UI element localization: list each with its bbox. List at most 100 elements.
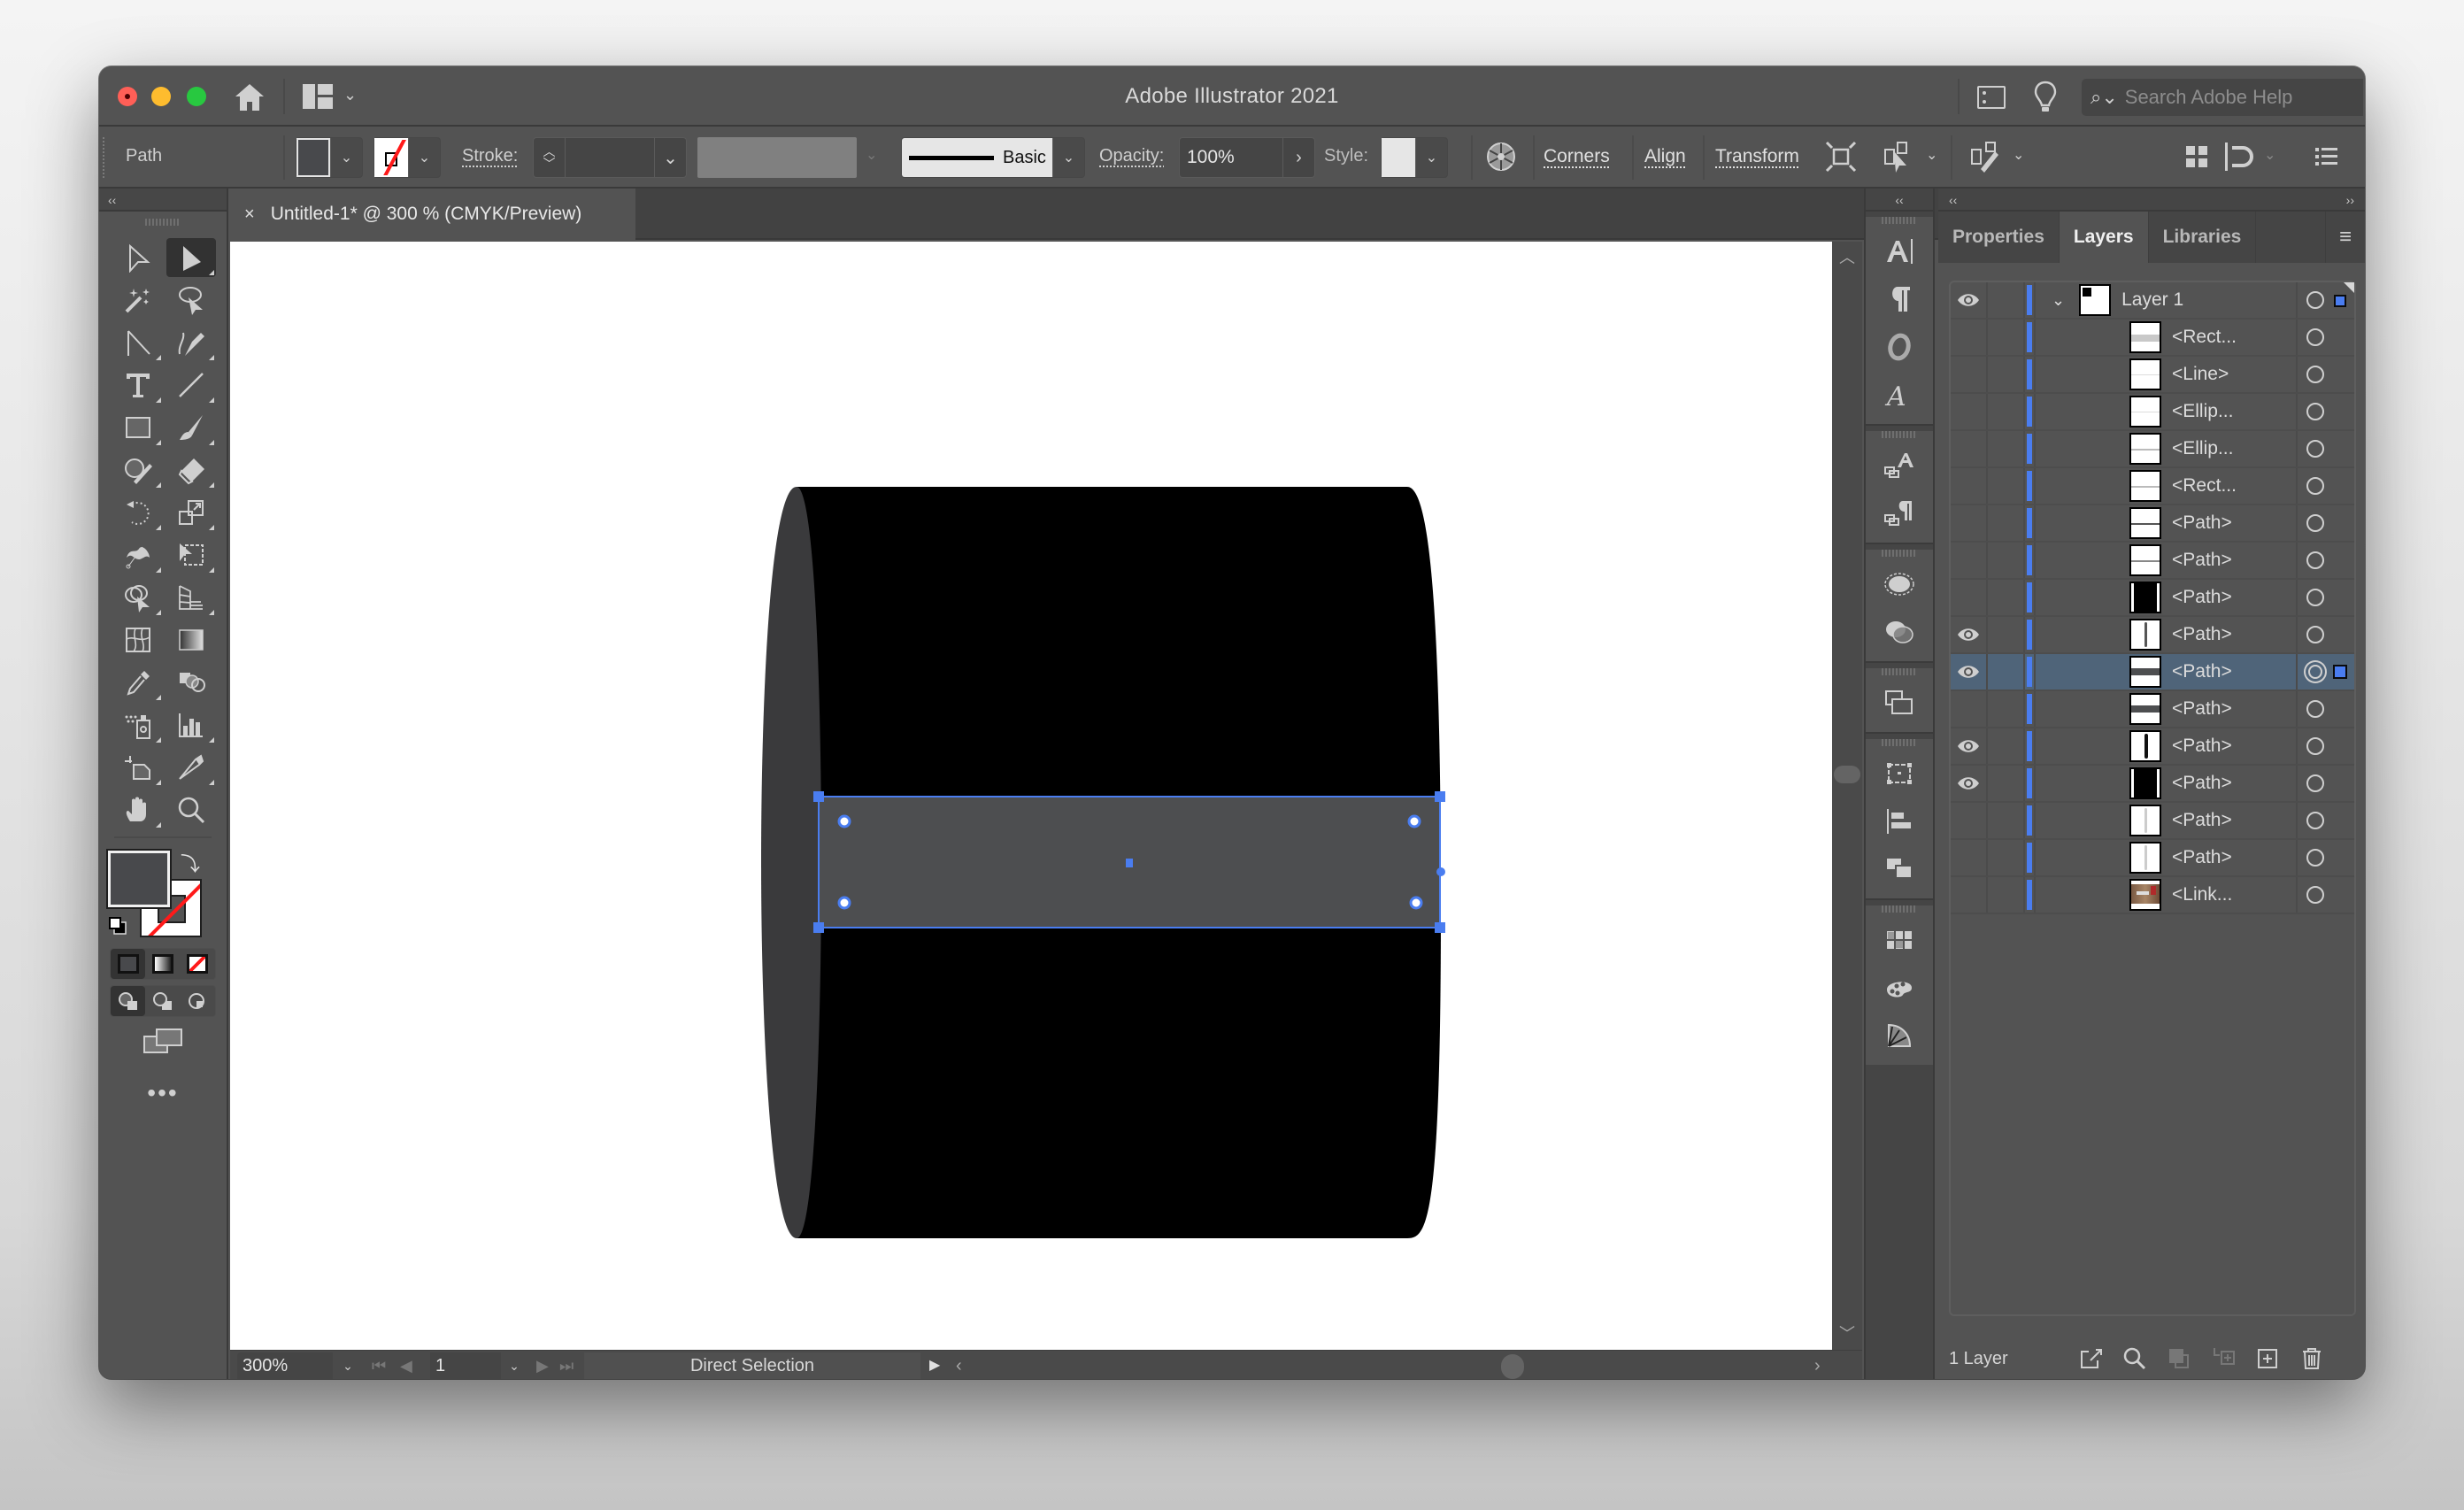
lock-toggle[interactable] [1988, 580, 2025, 615]
lock-toggle[interactable] [1988, 766, 2025, 801]
item-name[interactable]: <Path> [2172, 847, 2232, 868]
layer-item-row[interactable]: <Path> [1951, 580, 2354, 617]
control-bar-grip[interactable] [103, 137, 104, 178]
stroke-color-picker[interactable]: ⌄ [373, 137, 441, 178]
visibility-toggle[interactable] [1951, 320, 1988, 355]
item-name[interactable]: <Rect... [2172, 475, 2237, 497]
glyphs-panel-icon[interactable]: A [1866, 371, 1933, 419]
collapse-toolbar-button[interactable]: ‹‹ [99, 189, 227, 212]
stroke-none-swatch[interactable] [374, 138, 408, 177]
lock-toggle[interactable] [1988, 431, 2025, 466]
tab-libraries[interactable]: Libraries [2149, 212, 2257, 263]
layer-item-row[interactable]: <Path> [1951, 728, 2354, 766]
selection-indicator[interactable] [2333, 665, 2347, 679]
corner-widget[interactable] [1407, 814, 1421, 828]
layer-item-row[interactable]: <Link... [1951, 877, 2354, 914]
brush-definition[interactable]: Basic ⌄ [901, 137, 1085, 178]
target-toggle[interactable] [2298, 803, 2354, 838]
expand-panels-button[interactable]: ‹‹ [1866, 189, 1933, 212]
layer-item-row[interactable]: <Path> [1951, 840, 2354, 877]
draw-inside-button[interactable] [181, 986, 215, 1016]
expand-panels-button[interactable]: ›› [2346, 189, 2354, 210]
visibility-toggle[interactable] [1951, 282, 1988, 318]
graphic-style-picker[interactable]: ⌄ [1381, 137, 1448, 178]
fill-swatch[interactable] [296, 138, 330, 177]
edit-toolbar-button[interactable]: ••• [99, 1079, 227, 1107]
layer-item-row[interactable]: <Path> [1951, 803, 2354, 840]
scroll-right-icon[interactable]: › [1814, 1352, 1821, 1379]
gradient-tool[interactable] [166, 620, 216, 659]
gradient-mode-button[interactable] [145, 949, 180, 979]
scale-tool[interactable] [166, 493, 216, 532]
perspective-grid-tool[interactable] [166, 578, 216, 617]
chevron-down-icon[interactable]: ⌄ [1415, 138, 1447, 177]
free-transform-tool[interactable] [166, 535, 216, 574]
chevron-down-icon[interactable]: ⌄ [408, 138, 440, 177]
puppet-warp-tool[interactable] [113, 535, 163, 574]
visibility-toggle[interactable] [1951, 691, 1988, 727]
target-toggle[interactable] [2298, 320, 2354, 355]
draw-normal-button[interactable] [111, 986, 146, 1016]
dock-grip[interactable] [1882, 217, 1917, 224]
color-guide-icon[interactable] [1866, 964, 1933, 1012]
item-name[interactable]: <Ellip... [2172, 401, 2233, 422]
lock-toggle[interactable] [1988, 394, 2025, 429]
selection-indicator[interactable] [2334, 295, 2346, 307]
locate-object-icon[interactable] [2117, 1345, 2152, 1372]
layer-item-row[interactable]: <Path> [1951, 505, 2354, 543]
close-tab-icon[interactable]: × [244, 204, 255, 225]
artboards-panel-icon[interactable] [1866, 679, 1933, 727]
visibility-toggle[interactable] [1951, 654, 1988, 690]
lock-toggle[interactable] [1988, 617, 2025, 652]
anchor-point-tool[interactable] [113, 323, 163, 362]
bounding-handle-top-left[interactable] [813, 791, 824, 802]
last-artboard-icon[interactable]: ⏭ [559, 1352, 574, 1379]
panel-menu-icon[interactable] [2308, 139, 2344, 174]
bounding-handle-bottom-right[interactable] [1435, 922, 1445, 933]
fill-color-swatch[interactable] [106, 849, 172, 909]
lock-toggle[interactable] [1988, 282, 2025, 318]
visibility-toggle[interactable] [1951, 766, 1988, 801]
variable-width-profile[interactable] [697, 137, 857, 178]
bounding-handle-top-right[interactable] [1435, 791, 1445, 802]
layer-item-row[interactable]: <Path> [1951, 543, 2354, 580]
chevron-down-icon[interactable]: ⌄ [2013, 146, 2024, 164]
shape-builder-tool[interactable] [113, 578, 163, 617]
delete-layer-icon[interactable] [2294, 1345, 2329, 1372]
visibility-toggle[interactable] [1951, 543, 1988, 578]
draw-behind-button[interactable] [145, 986, 180, 1016]
create-new-layer-icon[interactable] [2250, 1345, 2285, 1372]
lock-toggle[interactable] [1988, 320, 2025, 355]
lightbulb-icon[interactable] [2034, 81, 2057, 114]
layer-name[interactable]: Layer 1 [2121, 289, 2183, 311]
first-artboard-icon[interactable]: ⏮ [372, 1352, 386, 1379]
artboard-tool[interactable] [113, 748, 163, 787]
horizontal-scroll-thumb[interactable] [1501, 1354, 1524, 1379]
layer-item-row[interactable]: <Path> [1951, 654, 2354, 691]
lasso-tool[interactable] [166, 281, 216, 320]
blend-tool[interactable] [166, 663, 216, 702]
hand-tool[interactable] [113, 790, 163, 829]
item-name[interactable]: <Link... [2172, 884, 2232, 905]
visibility-toggle[interactable] [1951, 728, 1988, 764]
pathfinder-panel-icon[interactable] [1866, 845, 1933, 893]
panel-menu-icon[interactable]: ≡ [2326, 212, 2365, 263]
lock-toggle[interactable] [1988, 654, 2025, 690]
type-tool[interactable] [113, 366, 163, 404]
chevron-down-icon[interactable]: ⌄ [654, 138, 686, 177]
paragraph-styles-icon[interactable] [1866, 489, 1933, 537]
dock-grip[interactable] [1882, 550, 1917, 557]
help-search[interactable]: ⌕⌄ [2082, 79, 2363, 116]
layer-item-row[interactable]: <Path> [1951, 691, 2354, 728]
lock-toggle[interactable] [1988, 691, 2025, 727]
target-toggle[interactable] [2298, 468, 2354, 504]
vertical-scroll-thumb[interactable] [1834, 766, 1860, 783]
layer-item-row[interactable]: <Path> [1951, 766, 2354, 803]
bounding-handle-bottom-left[interactable] [813, 922, 824, 933]
item-name[interactable]: <Path> [2172, 550, 2232, 571]
rotate-tool[interactable] [113, 493, 163, 532]
pen-tool[interactable] [166, 323, 216, 362]
visibility-toggle[interactable] [1951, 505, 1988, 541]
corner-widget[interactable] [837, 814, 851, 828]
dock-grip[interactable] [1882, 431, 1917, 438]
